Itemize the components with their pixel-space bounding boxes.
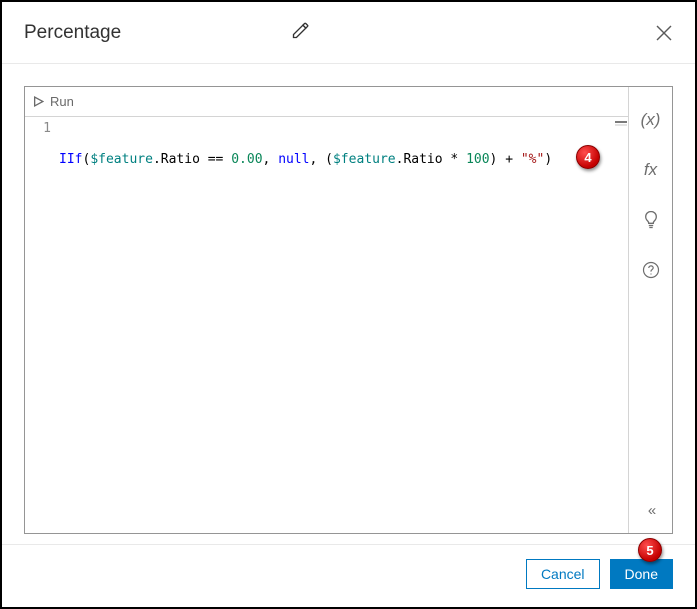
dialog-header: Percentage [2,2,695,64]
code-lines[interactable]: IIf($feature.Ratio == 0.00, null, ($feat… [59,117,614,533]
functions-tool[interactable]: fx [640,159,662,181]
editor-toolbar: Run [25,87,628,117]
line-number: 1 [25,121,51,136]
run-button[interactable]: Run [33,94,74,109]
globals-tool[interactable]: (x) [640,109,662,131]
suggestions-tool[interactable] [640,209,662,231]
side-tool-panel: (x) fx [628,87,672,533]
play-icon [33,96,44,107]
edit-title-button-wrap [121,20,655,45]
cancel-button[interactable]: Cancel [526,559,600,589]
dialog-title: Percentage [24,22,121,44]
run-label: Run [50,94,74,109]
functions-icon: fx [644,160,657,180]
line-gutter: 1 [25,117,59,533]
dialog-body: Run 1 IIf($feature.Ratio == 0.00, null, … [2,64,695,544]
dialog-footer: Cancel Done [2,544,695,607]
expression-editor-dialog: Percentage [2,2,695,607]
collapse-panel-button[interactable]: « [648,502,653,519]
globals-icon: (x) [641,110,661,130]
code-line[interactable]: IIf($feature.Ratio == 0.00, null, ($feat… [59,151,614,169]
editor-pane: Run 1 IIf($feature.Ratio == 0.00, null, … [25,87,628,533]
pencil-icon[interactable] [291,20,311,45]
help-tool[interactable] [640,259,662,281]
chevron-double-left-icon: « [648,502,653,519]
help-icon [642,261,660,279]
code-area[interactable]: 1 IIf($feature.Ratio == 0.00, null, ($fe… [25,117,628,533]
close-icon[interactable] [655,24,673,42]
done-button[interactable]: Done [610,559,673,589]
annotation-callout-5: 5 [638,538,662,562]
annotation-callout-4: 4 [576,145,600,169]
minimap[interactable] [614,117,628,533]
lightbulb-icon [643,210,659,230]
